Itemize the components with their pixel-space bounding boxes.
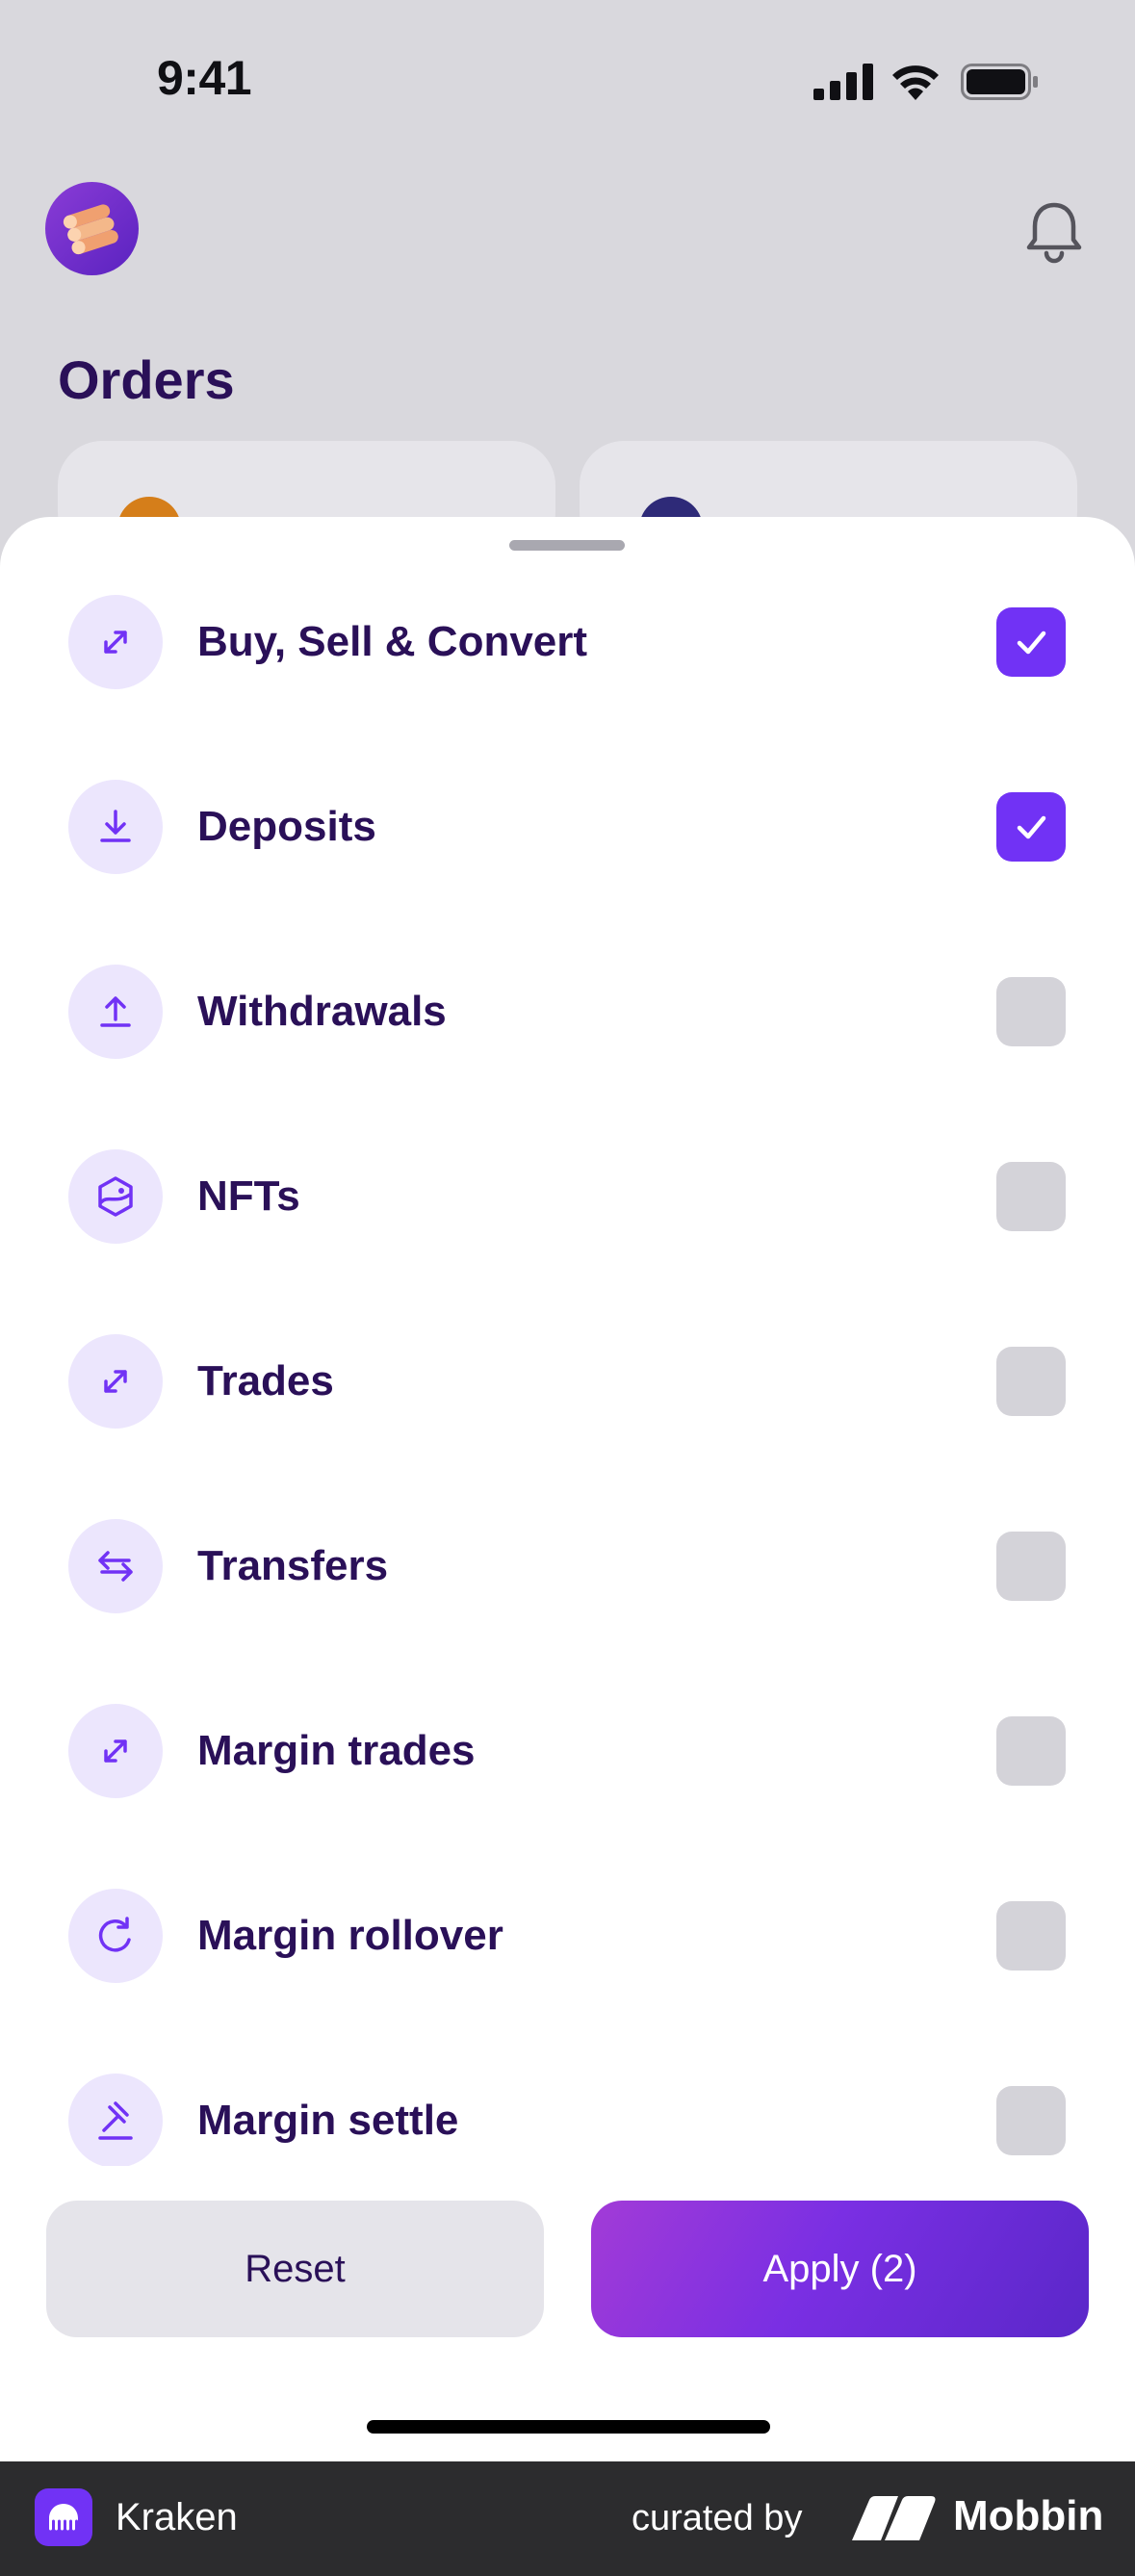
- filter-row[interactable]: Transfers: [0, 1494, 1135, 1638]
- filter-row[interactable]: Margin trades: [0, 1679, 1135, 1823]
- upload-icon: [68, 965, 163, 1059]
- diagonal-arrows-icon: [68, 595, 163, 689]
- battery-icon: [961, 64, 1038, 100]
- filter-checkbox[interactable]: [996, 977, 1066, 1046]
- diagonal-arrows-icon: [68, 1334, 163, 1429]
- apply-button[interactable]: Apply (2): [591, 2201, 1089, 2337]
- reset-button[interactable]: Reset: [46, 2201, 544, 2337]
- filter-checkbox[interactable]: [996, 1347, 1066, 1416]
- cellular-signal-icon: [813, 64, 873, 100]
- filter-row[interactable]: Buy, Sell & Convert: [0, 570, 1135, 714]
- bell-icon[interactable]: [1020, 197, 1088, 265]
- filter-checkbox[interactable]: [996, 607, 1066, 677]
- wifi-icon: [892, 65, 939, 100]
- filter-label: Margin trades: [197, 1727, 476, 1774]
- nft-image-icon: [68, 1149, 163, 1244]
- footer-curated-by: curated by: [632, 2498, 803, 2538]
- filter-label: NFTs: [197, 1172, 300, 1220]
- filter-label: Transfers: [197, 1542, 389, 1589]
- filter-label: Margin rollover: [197, 1912, 503, 1959]
- filter-label: Margin settle: [197, 2097, 459, 2144]
- status-bar: 9:41: [0, 0, 1135, 164]
- footer-bar: Kraken curated by Mobbin: [0, 2461, 1135, 2576]
- filter-label: Trades: [197, 1357, 334, 1404]
- horizontal-arrows-icon: [68, 1519, 163, 1613]
- home-indicator: [367, 2420, 770, 2434]
- filter-label: Buy, Sell & Convert: [197, 618, 588, 665]
- kraken-logo-icon: [35, 2488, 92, 2546]
- page-title: Orders: [58, 349, 235, 410]
- filter-checkbox[interactable]: [996, 1162, 1066, 1231]
- filter-row[interactable]: Trades: [0, 1309, 1135, 1454]
- sheet-grabber[interactable]: [509, 540, 625, 551]
- filter-checkbox[interactable]: [996, 1532, 1066, 1601]
- filter-label: Withdrawals: [197, 988, 447, 1035]
- status-time: 9:41: [157, 51, 252, 105]
- filter-checkbox[interactable]: [996, 1716, 1066, 1786]
- coin-stack-avatar-icon: [63, 204, 118, 255]
- gavel-icon: [68, 2074, 163, 2168]
- footer-brand: Mobbin: [953, 2492, 1104, 2539]
- action-bar: Reset Apply (2): [0, 2166, 1135, 2407]
- footer-app-name: Kraken: [116, 2496, 238, 2538]
- filter-row[interactable]: NFTs: [0, 1124, 1135, 1269]
- filter-row[interactable]: Withdrawals: [0, 940, 1135, 1084]
- filter-checkbox[interactable]: [996, 2086, 1066, 2155]
- download-icon: [68, 780, 163, 874]
- rotate-icon: [68, 1889, 163, 1983]
- filter-checkbox[interactable]: [996, 1901, 1066, 1971]
- mobbin-logo-icon: [852, 2496, 936, 2540]
- filter-label: Deposits: [197, 803, 376, 850]
- filter-row[interactable]: Deposits: [0, 755, 1135, 899]
- filter-checkbox[interactable]: [996, 792, 1066, 862]
- profile-avatar[interactable]: [45, 182, 139, 275]
- diagonal-arrows-icon: [68, 1704, 163, 1798]
- filter-row[interactable]: Margin rollover: [0, 1864, 1135, 2008]
